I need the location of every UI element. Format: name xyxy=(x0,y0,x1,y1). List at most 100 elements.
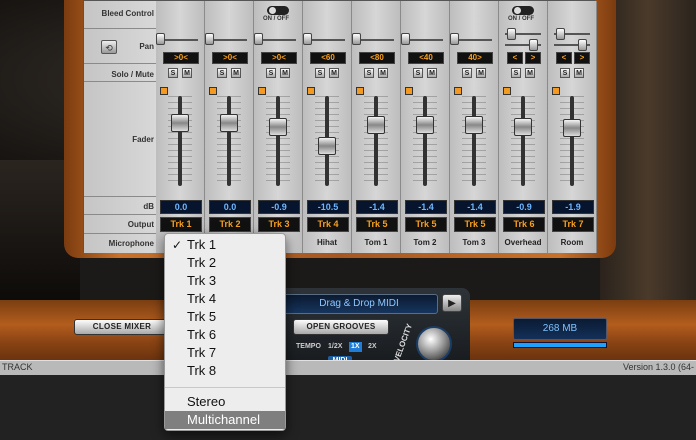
output-selector[interactable]: Trk 7 xyxy=(552,217,594,232)
fader-knob[interactable] xyxy=(514,118,532,136)
toggle-label: ON / OFF xyxy=(508,16,534,22)
microphone-name: Hihat xyxy=(317,238,337,247)
pan-slider-knob[interactable] xyxy=(450,33,459,45)
pan-left-arrow[interactable]: < xyxy=(507,52,523,64)
pan-right-knob[interactable] xyxy=(578,39,587,51)
mixer-channels: >0< S M 0.0 Trk 1 >0< S M 0.0 Trk 2 ON / OFF >0< S M -… xyxy=(156,1,597,253)
fader-knob[interactable] xyxy=(269,118,287,136)
mute-button[interactable]: M xyxy=(378,68,388,78)
pan-right-arrow[interactable]: > xyxy=(525,52,541,64)
tempo-double-button[interactable]: 2X xyxy=(366,342,379,352)
open-grooves-button[interactable]: OPEN GROOVES xyxy=(293,319,389,335)
output-selector[interactable]: Trk 4 xyxy=(307,217,349,232)
fader-knob[interactable] xyxy=(416,116,434,134)
solo-button[interactable]: S xyxy=(364,68,374,78)
output-selector[interactable]: Trk 5 xyxy=(405,217,447,232)
fader-knob[interactable] xyxy=(563,119,581,137)
mixer-panel: Bleed Control ⟲ Pan Solo / Mute Fader dB… xyxy=(83,0,597,253)
fader-knob[interactable] xyxy=(367,116,385,134)
output-selector[interactable]: Trk 6 xyxy=(503,217,545,232)
toggle-label: ON / OFF xyxy=(263,16,289,22)
pan-slider-track xyxy=(211,39,247,41)
tempo-label: TEMPO xyxy=(296,343,321,350)
solo-button[interactable]: S xyxy=(315,68,325,78)
mute-button[interactable]: M xyxy=(574,68,584,78)
menu-item-trk[interactable]: Trk 4 xyxy=(165,290,285,308)
solo-button[interactable]: S xyxy=(560,68,570,78)
mute-button[interactable]: M xyxy=(231,68,241,78)
pan-left-knob[interactable] xyxy=(556,28,565,40)
output-selector[interactable]: Trk 5 xyxy=(454,217,496,232)
db-value: -1.4 xyxy=(405,200,447,214)
pan-slider-knob[interactable] xyxy=(156,33,165,45)
output-selector[interactable]: Trk 5 xyxy=(356,217,398,232)
pan-left-arrow[interactable]: < xyxy=(556,52,572,64)
pan-value: >0< xyxy=(163,52,199,64)
tempo-half-button[interactable]: 1/2X xyxy=(326,342,344,352)
pan-slider-knob[interactable] xyxy=(205,33,214,45)
clip-led xyxy=(209,87,217,95)
menu-item-label: Stereo xyxy=(187,394,226,409)
bleed-toggle[interactable] xyxy=(512,6,534,15)
solo-button[interactable]: S xyxy=(266,68,276,78)
velocity-knob[interactable] xyxy=(416,326,452,362)
menu-item-label: Multichannel xyxy=(187,412,260,427)
toggle-knob xyxy=(514,7,521,14)
fader-knob[interactable] xyxy=(318,137,336,155)
menu-item-trk[interactable]: Trk 7 xyxy=(165,344,285,362)
output-selector[interactable]: Trk 3 xyxy=(258,217,300,232)
mute-button[interactable]: M xyxy=(476,68,486,78)
menu-item-multichannel[interactable]: Multichannel xyxy=(165,411,285,429)
menu-item-trk[interactable]: ✓ Trk 1 xyxy=(165,236,285,254)
pan-slider-knob[interactable] xyxy=(254,33,263,45)
menu-item-label: Trk 2 xyxy=(187,255,217,270)
pan-right-knob[interactable] xyxy=(529,39,538,51)
play-icon[interactable]: ▶ xyxy=(442,294,462,312)
pan-right-arrow[interactable]: > xyxy=(574,52,590,64)
fader-knob[interactable] xyxy=(220,114,238,132)
fader-knob[interactable] xyxy=(465,116,483,134)
clip-led xyxy=(454,87,462,95)
db-value: 0.0 xyxy=(160,200,202,214)
solo-button[interactable]: S xyxy=(168,68,178,78)
pan-slider-track xyxy=(456,39,492,41)
pan-slider-track xyxy=(407,39,443,41)
pan-left-knob[interactable] xyxy=(507,28,516,40)
solo-button[interactable]: S xyxy=(511,68,521,78)
close-mixer-button[interactable]: CLOSE MIXER xyxy=(74,319,170,335)
mute-button[interactable]: M xyxy=(182,68,192,78)
output-selector[interactable]: Trk 2 xyxy=(209,217,251,232)
clip-led xyxy=(503,87,511,95)
channel-strip: < > S M -1.9 Trk 7 Room xyxy=(548,1,597,253)
solo-button[interactable]: S xyxy=(217,68,227,78)
fader-knob[interactable] xyxy=(171,114,189,132)
clip-led xyxy=(258,87,266,95)
pan-value: >0< xyxy=(261,52,297,64)
menu-item-trk[interactable]: Trk 5 xyxy=(165,308,285,326)
desktop-background xyxy=(0,370,696,440)
solo-button[interactable]: S xyxy=(413,68,423,78)
pan-slider-knob[interactable] xyxy=(401,33,410,45)
pan-value: <60 xyxy=(310,52,346,64)
bleed-toggle[interactable] xyxy=(267,6,289,15)
fader-track xyxy=(276,96,280,186)
fader-track xyxy=(472,96,476,186)
solo-button[interactable]: S xyxy=(462,68,472,78)
tempo-one-button[interactable]: 1X xyxy=(349,342,362,352)
menu-item-trk[interactable]: Trk 2 xyxy=(165,254,285,272)
fader-track xyxy=(374,96,378,186)
mute-button[interactable]: M xyxy=(329,68,339,78)
pan-slider-knob[interactable] xyxy=(352,33,361,45)
menu-item-trk[interactable]: Trk 8 xyxy=(165,362,285,380)
output-selector[interactable]: Trk 1 xyxy=(160,217,202,232)
pan-slider-knob[interactable] xyxy=(303,33,312,45)
menu-item-trk[interactable]: Trk 6 xyxy=(165,326,285,344)
menu-item-trk[interactable]: Trk 3 xyxy=(165,272,285,290)
mute-button[interactable]: M xyxy=(525,68,535,78)
mute-button[interactable]: M xyxy=(427,68,437,78)
menu-item-stereo[interactable]: Stereo xyxy=(165,393,285,411)
mute-button[interactable]: M xyxy=(280,68,290,78)
checkmark-icon: ✓ xyxy=(172,238,183,252)
drag-drop-midi-area[interactable]: Drag & Drop MIDI xyxy=(280,294,438,314)
menu-item-label: Trk 6 xyxy=(187,327,217,342)
